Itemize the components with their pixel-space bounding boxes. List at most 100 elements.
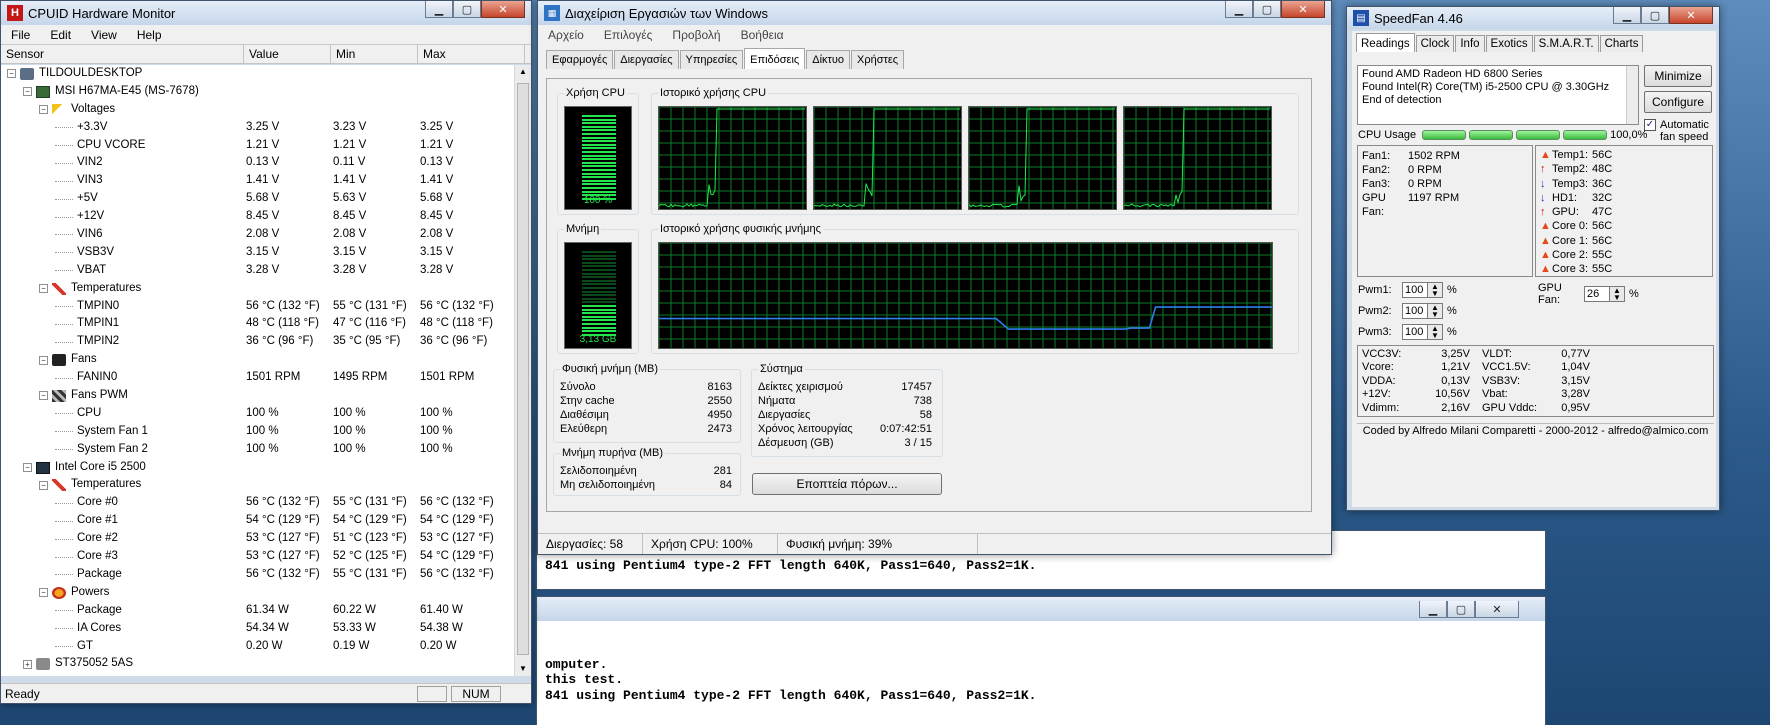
table-row[interactable]: − Voltages — [1, 101, 527, 119]
table-row[interactable]: GT 0.20 W 0.19 W 0.20 W — [1, 638, 527, 656]
table-row[interactable]: Core #2 53 °C (127 °F) 51 °C (123 °F) 53 °C… — [1, 530, 527, 548]
table-row[interactable]: IA Cores 54.34 W 53.33 W 54.38 W — [1, 620, 527, 638]
table-row[interactable]: +12V 8.45 V 8.45 V 8.45 V — [1, 208, 527, 226]
table-row[interactable]: VIN2 0.13 V 0.11 V 0.13 V — [1, 154, 527, 172]
table-row[interactable]: System Fan 2 100 % 100 % 100 % — [1, 441, 527, 459]
collapse-toggle-icon[interactable]: − — [39, 356, 48, 365]
column-min[interactable]: Min — [331, 45, 418, 63]
collapse-toggle-icon[interactable]: − — [23, 87, 32, 96]
collapse-toggle-icon[interactable]: − — [39, 481, 48, 490]
table-row[interactable]: + ST375052 5AS — [1, 655, 527, 673]
collapse-toggle-icon[interactable]: − — [39, 105, 48, 114]
tab-performance[interactable]: Επιδόσεις — [744, 48, 805, 69]
log-scrollbar[interactable] — [1626, 66, 1638, 124]
spin-arrows-icon[interactable]: ▲ ▼ — [1428, 303, 1443, 319]
close-button[interactable]: ✕ — [1475, 601, 1519, 618]
pwm-input[interactable]: 100 — [1402, 303, 1428, 319]
minimize-button[interactable]: ▁ — [1419, 601, 1447, 618]
pwm-input[interactable]: 100 — [1402, 324, 1428, 340]
table-row[interactable]: TMPIN0 56 °C (132 °F) 55 °C (131 °F) 56 °C … — [1, 298, 527, 316]
gpu-fan-input[interactable]: 26 — [1584, 286, 1610, 302]
minimize-button[interactable]: ▁ — [1225, 1, 1253, 18]
table-row[interactable]: Core #0 56 °C (132 °F) 55 °C (131 °F) 56 °C… — [1, 494, 527, 512]
gpu-fan-spin-arrows-icon[interactable]: ▲ ▼ — [1610, 286, 1625, 302]
menu-options[interactable]: Επιλογές — [594, 28, 663, 42]
taskmgr-titlebar[interactable]: ▦ Διαχείριση Εργασιών των Windows — [538, 1, 1331, 25]
detection-log[interactable]: Found AMD Radeon HD 6800 Series Found In… — [1357, 65, 1639, 125]
spin-arrows-icon[interactable]: ▲ ▼ — [1428, 324, 1443, 340]
maximize-button[interactable]: ▢ — [453, 1, 481, 18]
vertical-scrollbar[interactable]: ▲ ▼ — [514, 65, 531, 676]
tab-readings[interactable]: Readings — [1356, 33, 1415, 52]
spin-arrows-icon[interactable]: ▲ ▼ — [1428, 282, 1443, 298]
maximize-button[interactable]: ▢ — [1447, 601, 1475, 618]
table-row[interactable]: Package 61.34 W 60.22 W 61.40 W — [1, 602, 527, 620]
table-row[interactable]: − Fans — [1, 351, 527, 369]
menu-help[interactable]: Βοήθεια — [731, 28, 794, 42]
table-row[interactable]: VSB3V 3.15 V 3.15 V 3.15 V — [1, 244, 527, 262]
table-row[interactable]: Core #1 54 °C (129 °F) 54 °C (129 °F) 54 °C… — [1, 512, 527, 530]
maximize-button[interactable]: ▢ — [1641, 7, 1669, 24]
table-row[interactable]: VBAT 3.28 V 3.28 V 3.28 V — [1, 262, 527, 280]
menu-help[interactable]: Help — [127, 28, 172, 42]
tab-clock[interactable]: Clock — [1416, 35, 1455, 52]
tab-processes[interactable]: Διεργασίες — [614, 50, 678, 69]
table-row[interactable]: − Temperatures — [1, 280, 527, 298]
collapse-toggle-icon[interactable]: − — [39, 391, 48, 400]
table-row[interactable]: − Powers — [1, 584, 527, 602]
column-max[interactable]: Max — [418, 45, 525, 63]
tab-networking[interactable]: Δίκτυο — [806, 50, 850, 69]
scroll-down-arrow-icon[interactable]: ▼ — [515, 662, 531, 676]
column-value[interactable]: Value — [244, 45, 331, 63]
sensor-tree[interactable]: − TILDOULDESKTOP − MSI H67MA-E45 (MS-7678) −… — [1, 65, 527, 676]
table-row[interactable]: − Intel Core i5 2500 — [1, 459, 527, 477]
maximize-button[interactable]: ▢ — [1253, 1, 1281, 18]
table-row[interactable]: TMPIN2 36 °C (96 °F) 35 °C (95 °F) 36 °C (9… — [1, 333, 527, 351]
tab-exotics[interactable]: Exotics — [1486, 35, 1533, 52]
collapse-toggle-icon[interactable]: − — [7, 69, 16, 78]
automatic-fan-speed[interactable]: ✓ Automatic fan speed — [1644, 119, 1720, 143]
minimize-button[interactable]: Minimize — [1644, 65, 1712, 87]
table-row[interactable]: CPU 100 % 100 % 100 % — [1, 405, 527, 423]
table-row[interactable]: − MSI H67MA-E45 (MS-7678) — [1, 83, 527, 101]
table-row[interactable]: +5V 5.68 V 5.63 V 5.68 V — [1, 190, 527, 208]
table-row[interactable]: − Temperatures — [1, 476, 527, 494]
tab-charts[interactable]: Charts — [1600, 35, 1644, 52]
table-row[interactable]: Core #3 53 °C (127 °F) 52 °C (125 °F) 54 °C… — [1, 548, 527, 566]
scroll-up-arrow-icon[interactable]: ▲ — [515, 65, 531, 79]
table-row[interactable]: VIN3 1.41 V 1.41 V 1.41 V — [1, 172, 527, 190]
table-row[interactable]: Package 56 °C (132 °F) 55 °C (131 °F) 56 °C… — [1, 566, 527, 584]
table-row[interactable]: − Fans PWM — [1, 387, 527, 405]
table-row[interactable]: VIN6 2.08 V 2.08 V 2.08 V — [1, 226, 527, 244]
collapse-toggle-icon[interactable]: − — [39, 588, 48, 597]
menu-edit[interactable]: Edit — [40, 28, 81, 42]
menu-view[interactable]: Προβολή — [662, 28, 730, 42]
tab-users[interactable]: Χρήστες — [851, 50, 904, 69]
column-sensor[interactable]: Sensor — [1, 45, 244, 63]
table-row[interactable]: TMPIN1 48 °C (118 °F) 47 °C (116 °F) 48 °C … — [1, 315, 527, 333]
minimize-button[interactable]: ▁ — [1613, 7, 1641, 24]
menu-view[interactable]: View — [81, 28, 127, 42]
table-row[interactable]: CPU VCORE 1.21 V 1.21 V 1.21 V — [1, 137, 527, 155]
close-button[interactable]: ✕ — [481, 1, 525, 18]
tab-services[interactable]: Υπηρεσίες — [680, 50, 744, 69]
resource-monitor-button[interactable]: Εποπτεία πόρων... — [752, 473, 942, 495]
expand-toggle-icon[interactable]: + — [23, 660, 32, 669]
tab-info[interactable]: Info — [1455, 35, 1484, 52]
table-row[interactable]: − TILDOULDESKTOP — [1, 65, 527, 83]
menu-file[interactable]: File — [1, 28, 40, 42]
minimize-button[interactable]: ▁ — [425, 1, 453, 18]
collapse-toggle-icon[interactable]: − — [23, 463, 32, 472]
close-button[interactable]: ✕ — [1669, 7, 1713, 24]
collapse-toggle-icon[interactable]: − — [39, 284, 48, 293]
menu-file[interactable]: Αρχείο — [538, 28, 594, 42]
configure-button[interactable]: Configure — [1644, 91, 1712, 113]
table-row[interactable]: FANIN0 1501 RPM 1495 RPM 1501 RPM — [1, 369, 527, 387]
table-row[interactable]: +3.3V 3.25 V 3.23 V 3.25 V — [1, 119, 527, 137]
table-row[interactable]: System Fan 1 100 % 100 % 100 % — [1, 423, 527, 441]
close-button[interactable]: ✕ — [1281, 1, 1325, 18]
pwm-input[interactable]: 100 — [1402, 282, 1428, 298]
scrollbar-thumb[interactable] — [517, 83, 529, 655]
tab-smart[interactable]: S.M.A.R.T. — [1534, 35, 1599, 52]
tab-applications[interactable]: Εφαρμογές — [546, 50, 613, 69]
